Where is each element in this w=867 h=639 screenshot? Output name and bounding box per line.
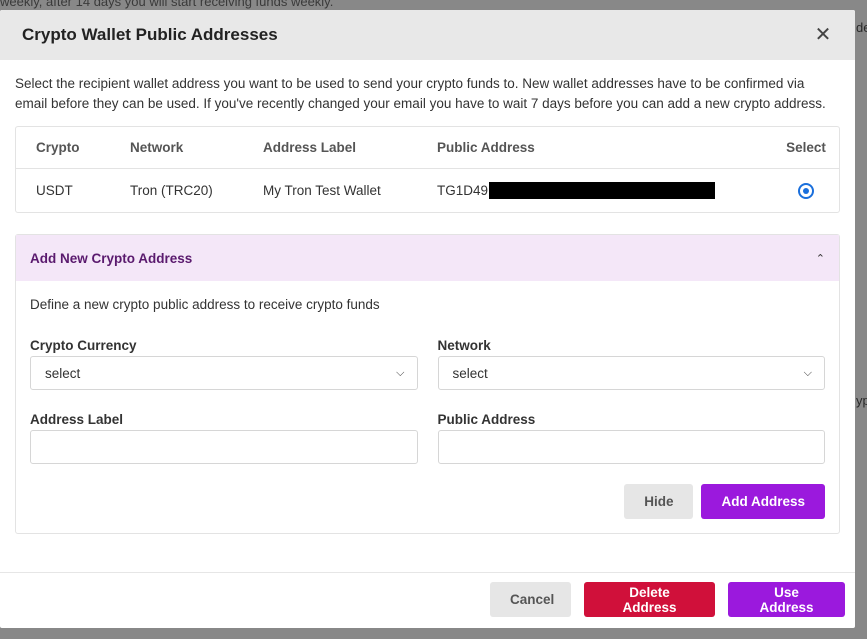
address-label-field: Address Label [30,412,418,464]
panel-description: Define a new crypto public address to re… [30,297,380,312]
modal-body: Select the recipient wallet address you … [0,60,855,534]
public-address-field: Public Address [437,412,825,464]
address-table: Crypto Network Address Label Public Addr… [15,126,840,213]
address-label-input[interactable] [30,430,418,464]
table-row[interactable]: USDT Tron (TRC20) My Tron Test Wallet TG… [16,169,839,212]
cell-address-label: My Tron Test Wallet [263,183,381,198]
cell-select [757,182,839,199]
use-address-button[interactable]: Use Address [728,582,845,617]
column-header-address-label: Address Label [263,140,357,155]
crypto-currency-label: Crypto Currency [30,338,137,353]
column-header-crypto: Crypto [36,140,80,155]
add-address-button[interactable]: Add Address [701,484,825,519]
panel-actions: Hide Add Address [30,484,825,519]
public-address-input[interactable] [437,430,825,464]
column-header-network: Network [130,140,184,155]
network-select[interactable]: select ⌵ [437,356,825,390]
redaction-bar [489,182,716,199]
network-value: select [452,365,488,381]
background-fragment: ypi [856,393,867,408]
chevron-down-icon: ⌵ [396,366,405,379]
cancel-button[interactable]: Cancel [490,582,571,617]
panel-header[interactable]: Add New Crypto Address ⌃ [16,235,839,281]
cell-network: Tron (TRC20) [130,183,213,198]
modal-footer: Cancel Delete Address Use Address [0,572,855,628]
intro-text: Select the recipient wallet address you … [15,76,826,111]
chevron-down-icon: ⌵ [803,366,812,379]
select-radio[interactable] [798,182,814,199]
cell-public-address: TG1D49 [437,182,757,199]
address-label-label: Address Label [30,412,124,427]
column-header-select: Select [786,140,826,155]
column-header-public-address: Public Address [437,140,535,155]
chevron-up-icon[interactable]: ⌃ [816,252,825,265]
background-text: weekly, after 14 days you will start rec… [0,0,334,9]
public-address-label: Public Address [437,412,536,427]
network-field: Network select ⌵ [437,338,825,390]
panel-body: Define a new crypto public address to re… [16,281,839,533]
crypto-currency-value: select [45,365,81,381]
modal-title: Crypto Wallet Public Addresses [22,25,278,44]
address-prefix: TG1D49 [437,183,489,198]
modal-header: Crypto Wallet Public Addresses ✕ [0,10,855,60]
form-row: Address Label Public Address [30,412,825,464]
crypto-currency-field: Crypto Currency select ⌵ [30,338,418,390]
delete-address-button[interactable]: Delete Address [584,582,715,617]
hide-button[interactable]: Hide [624,484,694,519]
form-row: Crypto Currency select ⌵ Network select … [30,338,825,390]
network-label: Network [437,338,491,353]
close-icon[interactable]: ✕ [813,25,833,45]
crypto-currency-select[interactable]: select ⌵ [30,356,418,390]
add-address-panel: Add New Crypto Address ⌃ Define a new cr… [15,234,840,534]
panel-title: Add New Crypto Address [30,250,193,266]
table-header: Crypto Network Address Label Public Addr… [16,127,839,169]
background-fragment: de [856,20,867,35]
crypto-wallet-modal: Crypto Wallet Public Addresses ✕ Select … [0,10,855,628]
cell-crypto: USDT [36,183,73,198]
